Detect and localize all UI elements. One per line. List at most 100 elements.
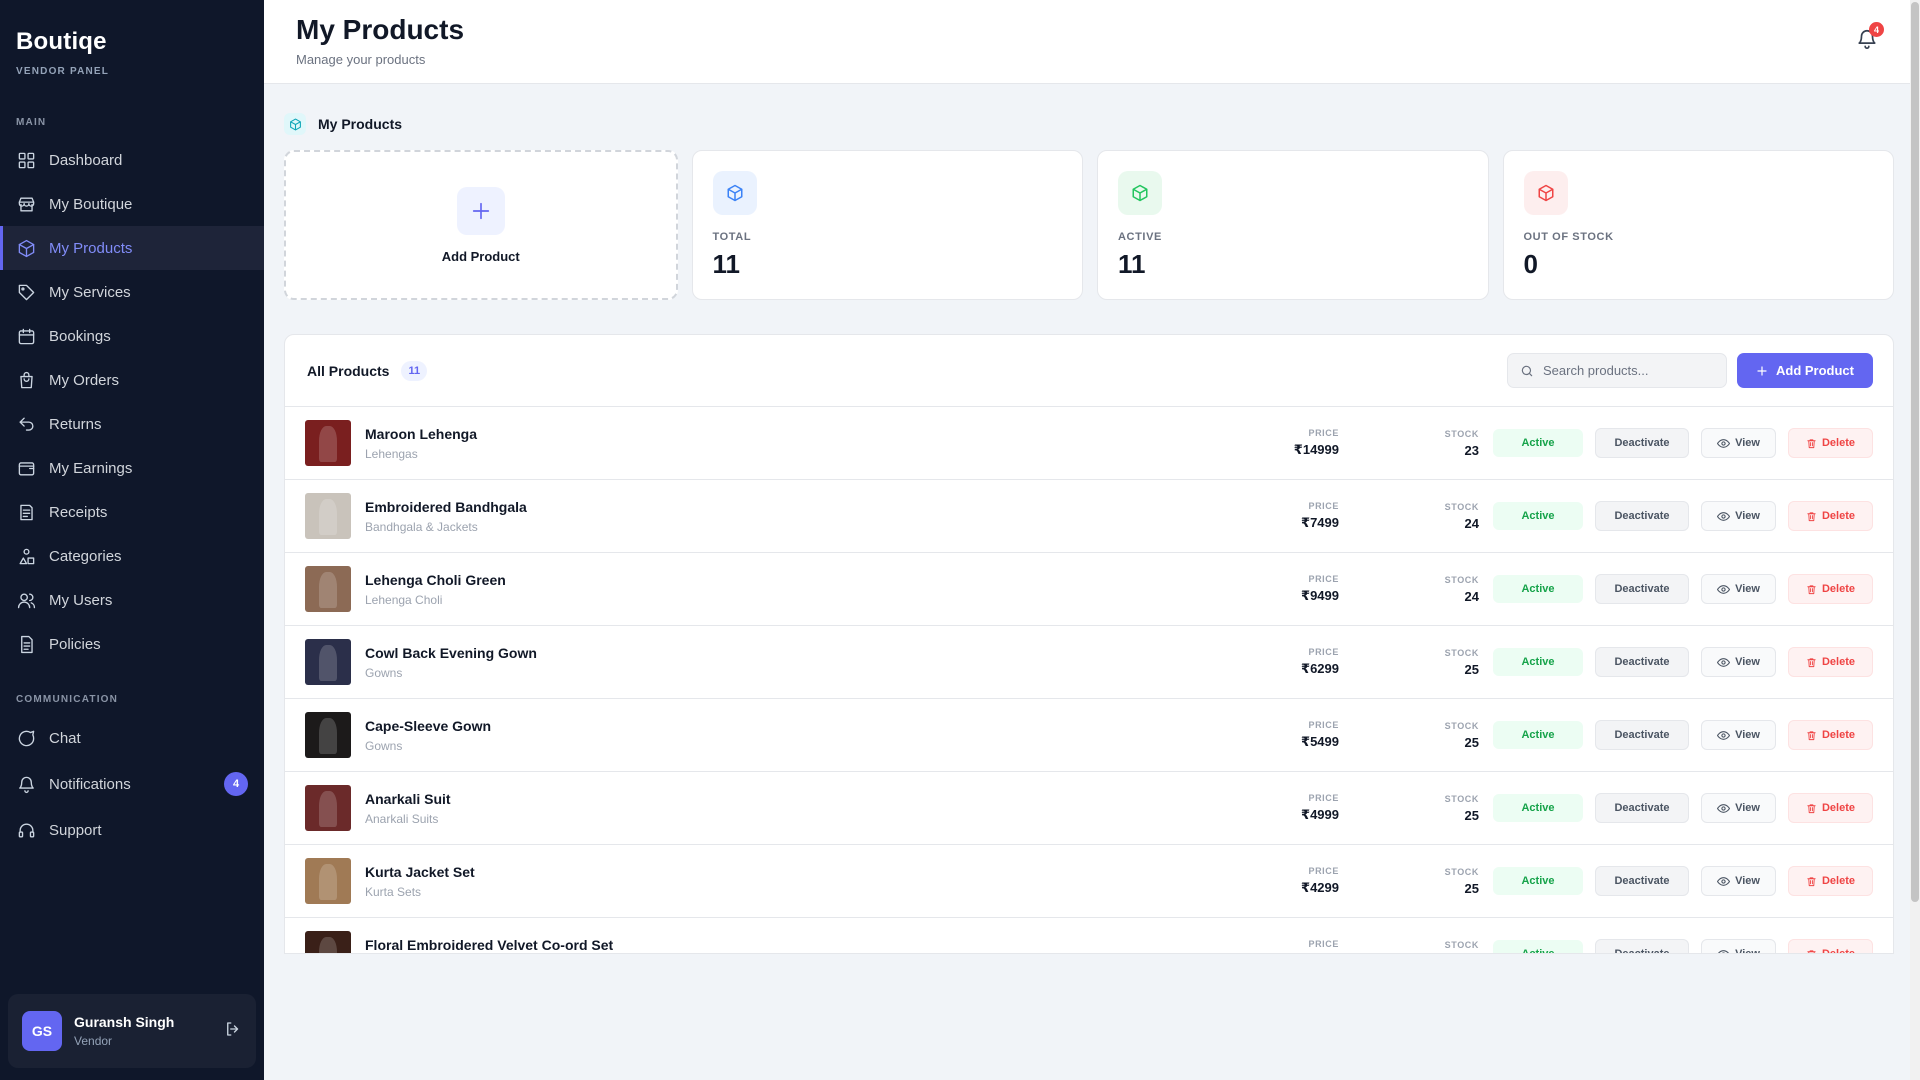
table-row: Embroidered Bandhgala Bandhgala & Jackets… — [285, 480, 1893, 553]
stock-cell: STOCK 25 — [1339, 648, 1479, 677]
view-button[interactable]: View — [1701, 501, 1776, 531]
add-product-card-label: Add Product — [441, 248, 520, 264]
scrollbar-thumb[interactable] — [1911, 2, 1919, 902]
sidebar-item-policies[interactable]: Policies — [0, 622, 264, 666]
sidebar-item-label: Bookings — [49, 327, 111, 345]
delete-button-label: Delete — [1821, 656, 1856, 668]
view-button[interactable]: View — [1701, 793, 1776, 823]
return-icon — [16, 414, 36, 434]
stat-value: 0 — [1523, 249, 1538, 279]
view-button-label: View — [1735, 802, 1760, 814]
deactivate-button[interactable]: Deactivate — [1595, 428, 1689, 458]
sidebar-item-my-earnings[interactable]: My Earnings — [0, 446, 264, 490]
wallet-icon — [16, 458, 36, 478]
product-name[interactable]: Floral Embroidered Velvet Co-ord Set — [365, 937, 885, 953]
product-thumbnail[interactable] — [305, 785, 351, 831]
sidebar-item-label: Dashboard — [49, 151, 123, 169]
product-thumbnail[interactable] — [305, 858, 351, 904]
tag-icon — [16, 282, 36, 302]
delete-button[interactable]: Delete — [1788, 574, 1873, 604]
app-shell: Boutiqe VENDOR PANEL MAIN Dashboard My Bo… — [0, 0, 1920, 1080]
notification-bell-button[interactable]: 4 — [1856, 22, 1884, 52]
view-button[interactable]: View — [1701, 720, 1776, 750]
sidebar-item-bookings[interactable]: Bookings — [0, 314, 264, 358]
stock-label: STOCK — [1444, 574, 1479, 585]
sidebar-item-my-services[interactable]: My Services — [0, 270, 264, 314]
sidebar-item-dashboard[interactable]: Dashboard — [0, 138, 264, 182]
product-info: Cowl Back Evening Gown Gowns — [365, 645, 885, 680]
product-thumbnail[interactable] — [305, 931, 351, 953]
sidebar-item-my-orders[interactable]: My Orders — [0, 358, 264, 402]
product-name[interactable]: Maroon Lehenga — [365, 426, 885, 442]
price-value: ₹9499 — [1301, 588, 1339, 603]
deactivate-button[interactable]: Deactivate — [1595, 501, 1689, 531]
view-button[interactable]: View — [1701, 428, 1776, 458]
delete-button[interactable]: Delete — [1788, 501, 1873, 531]
view-button[interactable]: View — [1701, 866, 1776, 896]
delete-button[interactable]: Delete — [1788, 866, 1873, 896]
sidebar-item-my-users[interactable]: My Users — [0, 578, 264, 622]
view-button[interactable]: View — [1701, 574, 1776, 604]
user-card[interactable]: GS Guransh Singh Vendor — [8, 994, 256, 1068]
delete-button[interactable]: Delete — [1788, 647, 1873, 677]
product-name[interactable]: Embroidered Bandhgala — [365, 499, 885, 515]
trash-icon — [1807, 876, 1816, 886]
search-box[interactable] — [1507, 353, 1727, 388]
status-badge: Active — [1493, 940, 1583, 953]
product-thumbnail[interactable] — [305, 712, 351, 758]
sidebar-item-chat[interactable]: Chat — [0, 715, 264, 761]
delete-button[interactable]: Delete — [1788, 428, 1873, 458]
brand-name[interactable]: Boutiqe — [16, 28, 248, 56]
deactivate-button[interactable]: Deactivate — [1595, 574, 1689, 604]
add-product-button[interactable]: Add Product — [1737, 353, 1873, 388]
sidebar-item-notifications[interactable]: Notifications 4 — [0, 761, 264, 807]
sidebar-section-main: MAIN — [16, 117, 47, 128]
deactivate-button[interactable]: Deactivate — [1595, 720, 1689, 750]
product-info: Embroidered Bandhgala Bandhgala & Jackets — [365, 499, 885, 534]
stock-cell: STOCK 25 — [1339, 940, 1479, 954]
view-button[interactable]: View — [1701, 647, 1776, 677]
user-role: Vendor — [74, 1034, 113, 1048]
price-cell: PRICE ₹9499 — [1219, 574, 1339, 604]
deactivate-button[interactable]: Deactivate — [1595, 647, 1689, 677]
add-product-card[interactable]: Add Product — [284, 150, 678, 300]
product-name[interactable]: Lehenga Choli Green — [365, 572, 885, 588]
view-button[interactable]: View — [1701, 939, 1776, 953]
delete-button[interactable]: Delete — [1788, 720, 1873, 750]
product-name[interactable]: Cape-Sleeve Gown — [365, 718, 885, 734]
stock-label: STOCK — [1444, 428, 1479, 439]
sidebar-item-receipts[interactable]: Receipts — [0, 490, 264, 534]
price-value: ₹14999 — [1293, 442, 1339, 457]
product-thumbnail[interactable] — [305, 493, 351, 539]
chat-icon — [16, 728, 36, 748]
eye-icon — [1717, 949, 1730, 953]
deactivate-button[interactable]: Deactivate — [1595, 939, 1689, 953]
price-label: PRICE — [1308, 720, 1339, 730]
sidebar-item-my-products[interactable]: My Products — [0, 226, 264, 270]
cube-icon — [284, 113, 306, 135]
delete-button-label: Delete — [1821, 948, 1856, 954]
box-icon — [1118, 171, 1162, 215]
product-name[interactable]: Anarkali Suit — [365, 791, 885, 807]
product-name[interactable]: Kurta Jacket Set — [365, 864, 885, 880]
search-input[interactable] — [1543, 363, 1713, 378]
product-thumbnail[interactable] — [305, 566, 351, 612]
price-label: PRICE — [1308, 866, 1339, 876]
scrollbar[interactable] — [1910, 0, 1920, 1080]
product-thumbnail[interactable] — [305, 639, 351, 685]
price-cell: PRICE ₹14999 — [1219, 428, 1339, 458]
sidebar-item-my-boutique[interactable]: My Boutique — [0, 182, 264, 226]
deactivate-button[interactable]: Deactivate — [1595, 866, 1689, 896]
product-name[interactable]: Cowl Back Evening Gown — [365, 645, 885, 661]
logout-icon[interactable] — [224, 1020, 242, 1043]
price-label: PRICE — [1308, 501, 1339, 511]
table-title: All Products — [307, 362, 390, 379]
stock-label: STOCK — [1444, 501, 1479, 512]
delete-button[interactable]: Delete — [1788, 939, 1873, 954]
sidebar-item-categories[interactable]: Categories — [0, 534, 264, 578]
sidebar-item-support[interactable]: Support — [0, 807, 264, 853]
delete-button[interactable]: Delete — [1788, 793, 1873, 823]
deactivate-button[interactable]: Deactivate — [1595, 793, 1689, 823]
sidebar-item-returns[interactable]: Returns — [0, 402, 264, 446]
product-thumbnail[interactable] — [305, 420, 351, 466]
